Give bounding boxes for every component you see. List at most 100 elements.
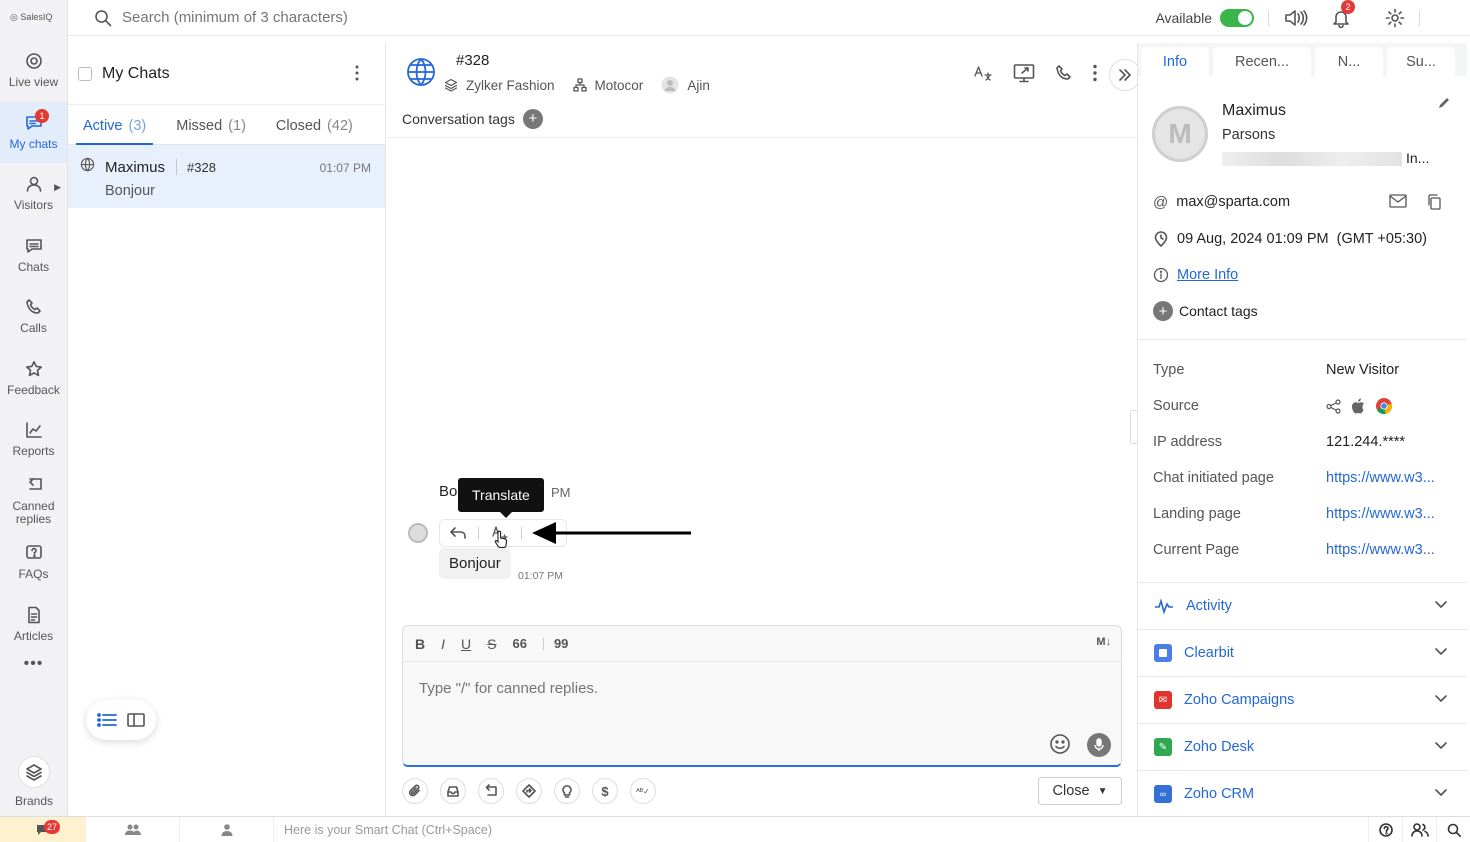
section-zoho-campaigns[interactable]: ✉ Zoho Campaigns bbox=[1138, 676, 1467, 723]
nav-label: FAQs bbox=[18, 567, 49, 582]
suggestion-button[interactable] bbox=[554, 778, 580, 804]
add-tag-button[interactable]: + bbox=[522, 108, 543, 129]
nav-feedback[interactable]: Feedback bbox=[0, 348, 67, 410]
more-options-icon[interactable] bbox=[1093, 64, 1097, 82]
search-button[interactable] bbox=[1436, 816, 1470, 842]
hand-cursor-icon bbox=[494, 530, 508, 548]
message-time: 01:07 PM bbox=[518, 570, 563, 582]
nav-reports[interactable]: Reports bbox=[0, 409, 67, 471]
divider bbox=[521, 527, 522, 539]
nav-more-button[interactable]: ••• bbox=[0, 655, 67, 679]
tab-missed[interactable]: Missed (1) bbox=[169, 118, 253, 144]
attachment-button[interactable] bbox=[402, 778, 428, 804]
team-button[interactable] bbox=[86, 816, 180, 842]
close-chat-button[interactable]: Close ▼ bbox=[1038, 777, 1122, 805]
detail-key: IP address bbox=[1153, 434, 1223, 450]
message-input[interactable] bbox=[419, 680, 1019, 697]
tab-notes[interactable]: N... bbox=[1315, 47, 1383, 76]
tab-recent[interactable]: Recen... bbox=[1213, 47, 1311, 76]
section-zoho-crm[interactable]: ∞ Zoho CRM bbox=[1138, 770, 1467, 816]
star-icon bbox=[25, 360, 42, 376]
reply-icon[interactable] bbox=[450, 527, 466, 539]
top-bar: Available 2 bbox=[68, 0, 1470, 36]
chat-list-item[interactable]: Maximus #328 01:07 PM Bonjour bbox=[68, 145, 385, 208]
people-search-button[interactable] bbox=[1402, 816, 1436, 842]
live-view-icon bbox=[25, 53, 42, 70]
nav-label: Calls bbox=[20, 321, 47, 336]
detail-type: Type New Visitor bbox=[1138, 352, 1467, 388]
screen-share-icon[interactable] bbox=[1013, 63, 1035, 83]
nav-calls[interactable]: Calls bbox=[0, 286, 67, 348]
routing-button[interactable] bbox=[516, 778, 542, 804]
tab-count: (42) bbox=[327, 118, 353, 134]
markdown-toggle[interactable]: M↓ bbox=[1096, 636, 1111, 648]
speaker-icon[interactable] bbox=[1283, 8, 1309, 28]
conversation-tags: Conversation tags + bbox=[386, 100, 1137, 138]
view-toggle bbox=[86, 700, 156, 740]
section-activity[interactable]: Activity bbox=[1138, 582, 1467, 629]
divider bbox=[1268, 10, 1269, 26]
chrome-icon bbox=[1376, 398, 1393, 415]
activity-icon bbox=[1155, 598, 1173, 614]
tray-badge: 27 bbox=[44, 819, 61, 834]
more-options-icon[interactable] bbox=[355, 65, 359, 81]
tab-closed[interactable]: Closed (42) bbox=[269, 118, 360, 144]
detail-ip: IP address 121.244.**** bbox=[1138, 424, 1467, 460]
tab-active[interactable]: Active (3) bbox=[76, 118, 154, 145]
more-info-link[interactable]: More Info bbox=[1177, 267, 1238, 283]
gear-icon[interactable] bbox=[1385, 8, 1405, 28]
microphone-button[interactable] bbox=[1087, 733, 1111, 757]
visitor-profile: M Maximus Parsons In... bbox=[1138, 76, 1467, 176]
nav-label: Visitors bbox=[13, 198, 54, 213]
visitor-last-name: Parsons bbox=[1222, 127, 1276, 143]
smart-chat-input[interactable]: Here is your Smart Chat (Ctrl+Space) bbox=[274, 823, 1368, 837]
help-button[interactable] bbox=[1368, 816, 1402, 842]
strikethrough-button[interactable]: S bbox=[487, 636, 496, 652]
nav-canned-replies[interactable]: Canned replies bbox=[0, 471, 67, 533]
tab-summary[interactable]: Su... bbox=[1387, 47, 1455, 76]
chat-initiated-link[interactable]: https://www.w3... bbox=[1326, 470, 1435, 486]
tab-info[interactable]: Info bbox=[1141, 47, 1209, 76]
blockquote-button[interactable]: 66 bbox=[512, 636, 526, 651]
emoji-icon[interactable] bbox=[1049, 733, 1071, 755]
nav-live-view[interactable]: Live view bbox=[0, 40, 67, 102]
nav-articles[interactable]: Articles bbox=[0, 594, 67, 656]
section-zoho-desk[interactable]: ✎ Zoho Desk bbox=[1138, 723, 1467, 770]
add-contact-tag-button[interactable]: + bbox=[1153, 301, 1173, 321]
copy-icon[interactable] bbox=[1427, 194, 1441, 210]
nav-brands[interactable]: Brands bbox=[0, 756, 68, 808]
availability-toggle[interactable] bbox=[1220, 9, 1254, 27]
mail-icon[interactable] bbox=[1389, 194, 1407, 208]
pencil-icon[interactable] bbox=[1437, 96, 1451, 110]
quote-button[interactable]: 99 bbox=[554, 636, 568, 651]
bold-button[interactable]: B bbox=[415, 636, 425, 652]
status-label: Available bbox=[1155, 10, 1212, 26]
nav-chats[interactable]: Chats bbox=[0, 225, 67, 287]
nav-my-chats[interactable]: 1 My chats bbox=[0, 101, 67, 163]
search-icon bbox=[1447, 823, 1461, 837]
visitor-name: Maximus bbox=[105, 159, 166, 176]
select-all-checkbox[interactable] bbox=[78, 66, 92, 81]
inbox-icon bbox=[447, 786, 459, 797]
notifications-tray[interactable]: 27 bbox=[0, 816, 86, 842]
italic-button[interactable]: I bbox=[441, 636, 445, 652]
divider bbox=[176, 159, 177, 175]
phone-icon[interactable] bbox=[1055, 64, 1073, 82]
search-input[interactable] bbox=[122, 9, 642, 26]
inbox-button[interactable] bbox=[440, 778, 466, 804]
landing-page-link[interactable]: https://www.w3... bbox=[1326, 506, 1435, 522]
underline-button[interactable]: U bbox=[461, 636, 471, 652]
spellcheck-button[interactable]: ᴬᴮ✓ bbox=[630, 778, 656, 804]
brand-logo[interactable]: ◎ SalesIQ bbox=[0, 0, 67, 40]
translate-icon[interactable] bbox=[973, 64, 993, 82]
nav-faqs[interactable]: FAQs bbox=[0, 532, 67, 594]
list-view-icon[interactable] bbox=[97, 712, 117, 728]
contacts-button[interactable] bbox=[180, 816, 274, 842]
nav-visitors[interactable]: ▶ Visitors bbox=[0, 163, 67, 225]
canned-reply-button[interactable] bbox=[478, 778, 504, 804]
split-view-icon[interactable] bbox=[127, 712, 145, 728]
current-page-link[interactable]: https://www.w3... bbox=[1326, 542, 1435, 558]
payment-button[interactable]: $ bbox=[592, 778, 618, 804]
notifications-button[interactable]: 2 bbox=[1331, 0, 1355, 28]
section-clearbit[interactable]: Clearbit bbox=[1138, 629, 1467, 676]
